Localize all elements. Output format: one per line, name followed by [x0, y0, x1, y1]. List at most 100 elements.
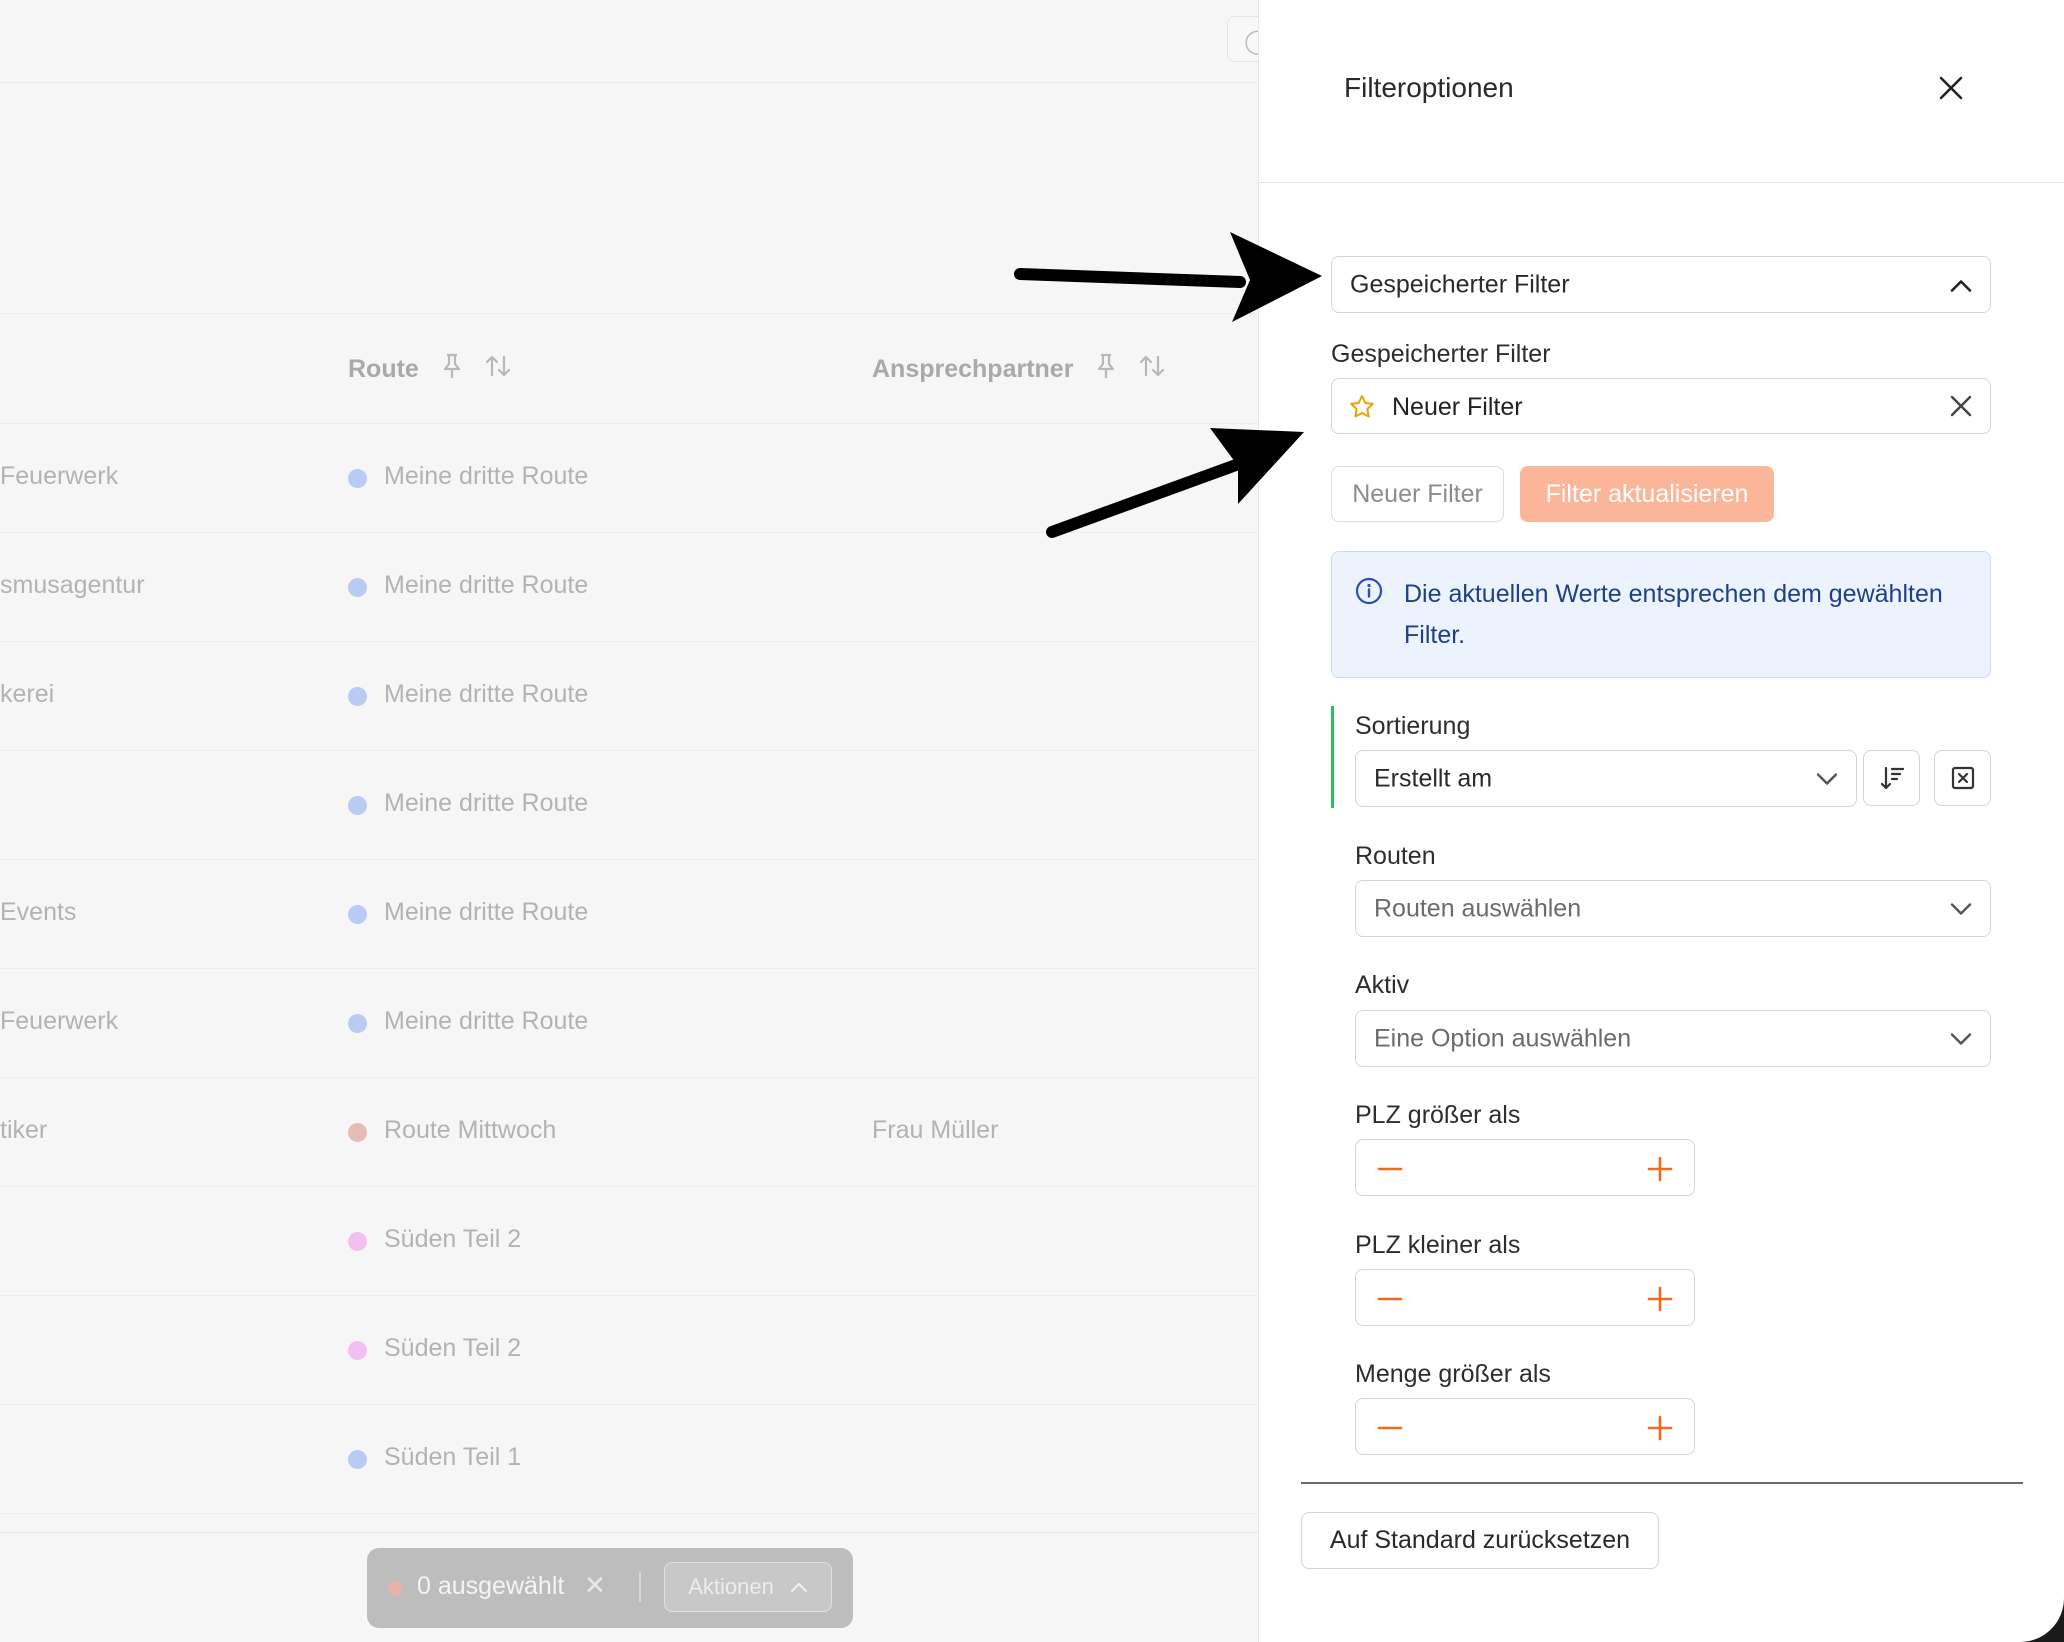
- pin-icon[interactable]: [1095, 352, 1117, 387]
- chevron-down-icon: [1950, 894, 1972, 923]
- selected-count: 0 ausgewählt: [417, 1572, 565, 1600]
- divider: [1301, 1482, 2023, 1484]
- table-row[interactable]: Süden Teil 2: [0, 1296, 1260, 1405]
- table-row[interactable]: Süden Teil 2: [0, 1187, 1260, 1296]
- company-cell: smusagentur: [0, 571, 145, 599]
- amount-greater-stepper[interactable]: [1355, 1398, 1695, 1455]
- sort-direction-button[interactable]: [1863, 750, 1920, 806]
- saved-filter-label: Gespeicherter Filter: [1331, 340, 1551, 368]
- sorting-select[interactable]: Erstellt am: [1355, 750, 1857, 807]
- route-cell: Süden Teil 2: [384, 1334, 522, 1362]
- clear-sort-icon: [1951, 766, 1974, 790]
- routes-select[interactable]: Routen auswählen: [1355, 880, 1991, 937]
- active-filter-indicator: [1331, 706, 1334, 808]
- window-corner: [2020, 1598, 2064, 1642]
- actions-button[interactable]: Aktionen: [664, 1562, 832, 1612]
- selection-dot: [388, 1581, 403, 1596]
- table-row[interactable]: Feuerwerk Meine dritte Route: [0, 969, 1260, 1078]
- table-row[interactable]: Süden Teil 1: [0, 1405, 1260, 1514]
- plz-greater-stepper[interactable]: [1355, 1139, 1695, 1196]
- active-select[interactable]: Eine Option auswählen: [1355, 1010, 1991, 1067]
- sort-icon[interactable]: [485, 353, 511, 386]
- column-header-contact[interactable]: Ansprechpartner: [872, 352, 1165, 387]
- clear-sort-button[interactable]: [1934, 750, 1991, 806]
- route-color-dot: [348, 578, 367, 597]
- route-color-dot: [348, 796, 367, 815]
- table-row[interactable]: Feuerwerk Meine dritte Route: [0, 424, 1260, 533]
- route-cell: Meine dritte Route: [384, 1007, 589, 1035]
- route-cell: Süden Teil 1: [384, 1443, 522, 1471]
- plz-greater-label: PLZ größer als: [1355, 1101, 1521, 1129]
- chevron-down-icon: [1816, 764, 1838, 793]
- company-cell: Feuerwerk: [0, 1007, 119, 1035]
- route-cell: Meine dritte Route: [384, 680, 589, 708]
- table-row[interactable]: Meine dritte Route: [0, 751, 1260, 860]
- route-color-dot: [348, 1014, 367, 1033]
- chevron-up-icon: [790, 1582, 807, 1593]
- saved-filter-dropdown[interactable]: Gespeicherter Filter: [1331, 256, 1991, 313]
- top-bar: [0, 0, 1260, 83]
- reset-to-default-button[interactable]: Auf Standard zurücksetzen: [1301, 1512, 1659, 1569]
- divider: [0, 1532, 1260, 1533]
- divider: [0, 313, 1260, 314]
- company-cell: kerei: [0, 680, 55, 708]
- route-color-dot: [348, 905, 367, 924]
- plus-icon[interactable]: [1646, 1155, 1674, 1183]
- plz-smaller-stepper[interactable]: [1355, 1269, 1695, 1326]
- route-color-dot: [348, 687, 367, 706]
- contact-cell: Frau Müller: [872, 1116, 999, 1144]
- divider: [1259, 182, 2064, 183]
- routes-placeholder: Routen auswählen: [1374, 894, 1582, 922]
- route-color-dot: [348, 1232, 367, 1251]
- column-header-label: Ansprechpartner: [872, 355, 1074, 383]
- table-row[interactable]: kerei Meine dritte Route: [0, 642, 1260, 751]
- route-cell: Süden Teil 2: [384, 1225, 522, 1253]
- route-color-dot: [348, 1341, 367, 1360]
- background-table-view: ◯ Route Ansprechpartner FeuerwerkMeine d…: [0, 0, 1271, 1642]
- plus-icon[interactable]: [1646, 1414, 1674, 1442]
- active-label: Aktiv: [1355, 971, 1410, 999]
- minus-icon[interactable]: [1376, 1155, 1404, 1183]
- company-cell: tiker: [0, 1116, 48, 1144]
- column-header-label: Route: [348, 355, 419, 383]
- actions-button-label: Aktionen: [688, 1574, 774, 1599]
- table-row[interactable]: tiker Route Mittwoch Frau Müller: [0, 1078, 1260, 1187]
- sort-icon[interactable]: [1139, 353, 1165, 386]
- active-placeholder: Eine Option auswählen: [1374, 1024, 1632, 1052]
- plz-smaller-label: PLZ kleiner als: [1355, 1231, 1521, 1259]
- minus-icon[interactable]: [1376, 1285, 1404, 1313]
- plus-icon[interactable]: [1646, 1285, 1674, 1313]
- info-icon: [1354, 576, 1384, 611]
- table-row[interactable]: smusagentur Meine dritte Route: [0, 533, 1260, 642]
- route-color-dot: [348, 1123, 367, 1142]
- saved-filter-select[interactable]: Neuer Filter: [1331, 378, 1991, 434]
- sort-direction-icon: [1880, 766, 1904, 790]
- close-icon: [1939, 76, 1963, 100]
- sorting-value: Erstellt am: [1374, 764, 1493, 792]
- route-cell: Meine dritte Route: [384, 898, 589, 926]
- close-icon[interactable]: [1948, 393, 1974, 424]
- close-button[interactable]: [1931, 68, 1971, 108]
- company-cell: Events: [0, 898, 77, 926]
- pin-icon[interactable]: [441, 352, 463, 387]
- table-row[interactable]: Events Meine dritte Route: [0, 860, 1260, 969]
- star-icon[interactable]: [1348, 393, 1376, 426]
- bulk-action-bar: 0 ausgewählt ✕ Aktionen: [367, 1548, 853, 1628]
- new-filter-button[interactable]: Neuer Filter: [1331, 466, 1504, 522]
- filter-drawer: Filteroptionen Gespeicherter Filter Gesp…: [1258, 0, 2064, 1642]
- update-filter-button[interactable]: Filter aktualisieren: [1520, 466, 1774, 522]
- clear-selection-icon[interactable]: ✕: [584, 1570, 606, 1601]
- sorting-label: Sortierung: [1355, 712, 1471, 740]
- routes-label: Routen: [1355, 842, 1436, 870]
- route-color-dot: [348, 469, 367, 488]
- divider: [639, 1572, 641, 1602]
- column-header-route[interactable]: Route: [348, 352, 511, 387]
- amount-greater-label: Menge größer als: [1355, 1360, 1551, 1388]
- route-cell: Meine dritte Route: [384, 571, 589, 599]
- chevron-down-icon: [1950, 1024, 1972, 1053]
- drawer-title: Filteroptionen: [1344, 72, 1514, 103]
- saved-filter-value: Neuer Filter: [1392, 393, 1523, 421]
- saved-filter-dropdown-label: Gespeicherter Filter: [1350, 270, 1570, 298]
- chevron-up-icon: [1950, 270, 1972, 299]
- minus-icon[interactable]: [1376, 1414, 1404, 1442]
